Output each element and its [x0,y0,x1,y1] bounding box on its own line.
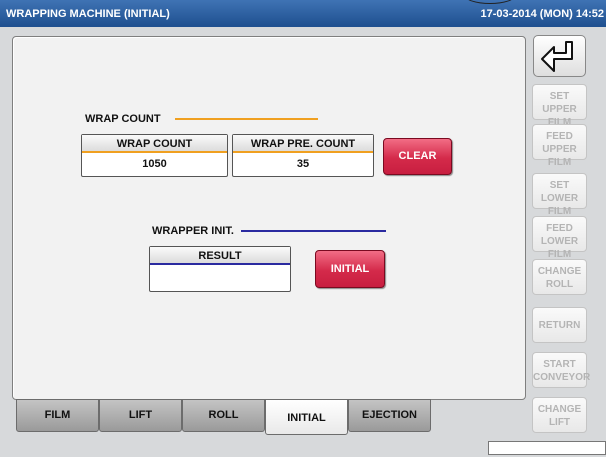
wrap-pre-count-value: 35 [296,158,310,170]
wrap-pre-count-box: WRAP PRE. COUNT 35 [232,134,374,177]
feed-lower-film-button[interactable]: FEED LOWER FILM [532,216,587,260]
set-upper-film-button[interactable]: SET UPPER FILM [532,84,587,128]
wrap-count-value: 1050 [142,158,167,170]
return-arrow-icon [541,41,573,72]
tab-ejection[interactable]: EJECTION [348,399,431,432]
change-roll-button[interactable]: CHANGE ROLL [532,259,587,295]
wrap-pre-count-header: WRAP PRE. COUNT [233,135,373,153]
wrapper-init-section-label: WRAPPER INIT. [152,225,234,237]
title-bar: WRAPPING MACHINE (INITIAL) 17-03-2014 (M… [0,0,606,27]
wrap-count-header: WRAP COUNT [82,135,227,153]
tab-film[interactable]: FILM [16,399,99,432]
tab-initial[interactable]: INITIAL [265,399,348,435]
result-box: RESULT [149,246,291,292]
wrap-count-box: WRAP COUNT 1050 [81,134,228,177]
tab-roll[interactable]: ROLL [182,399,265,432]
decorative-arc [464,0,516,4]
status-field [488,441,606,455]
main-panel: WRAP COUNT WRAP COUNT 1050 WRAP PRE. COU… [12,36,526,400]
change-lift-button[interactable]: CHANGE LIFT [532,397,587,433]
initial-button[interactable]: INITIAL [315,250,385,288]
back-button[interactable] [533,35,586,77]
feed-upper-film-button[interactable]: FEED UPPER FILM [532,124,587,168]
wrap-count-section-label: WRAP COUNT [85,113,161,125]
clear-button[interactable]: CLEAR [383,138,452,175]
wrap-count-divider [175,118,318,120]
set-lower-film-button[interactable]: SET LOWER FILM [532,173,587,217]
window-title: WRAPPING MACHINE (INITIAL) [6,8,170,20]
wrapper-init-divider [241,230,386,232]
date-time: 17-03-2014 (MON) 14:52 [480,8,604,20]
tab-lift[interactable]: LIFT [99,399,182,432]
return-button[interactable]: RETURN [532,307,587,343]
start-conveyor-button[interactable]: START CONVEYOR [532,352,590,388]
result-header: RESULT [150,247,290,265]
